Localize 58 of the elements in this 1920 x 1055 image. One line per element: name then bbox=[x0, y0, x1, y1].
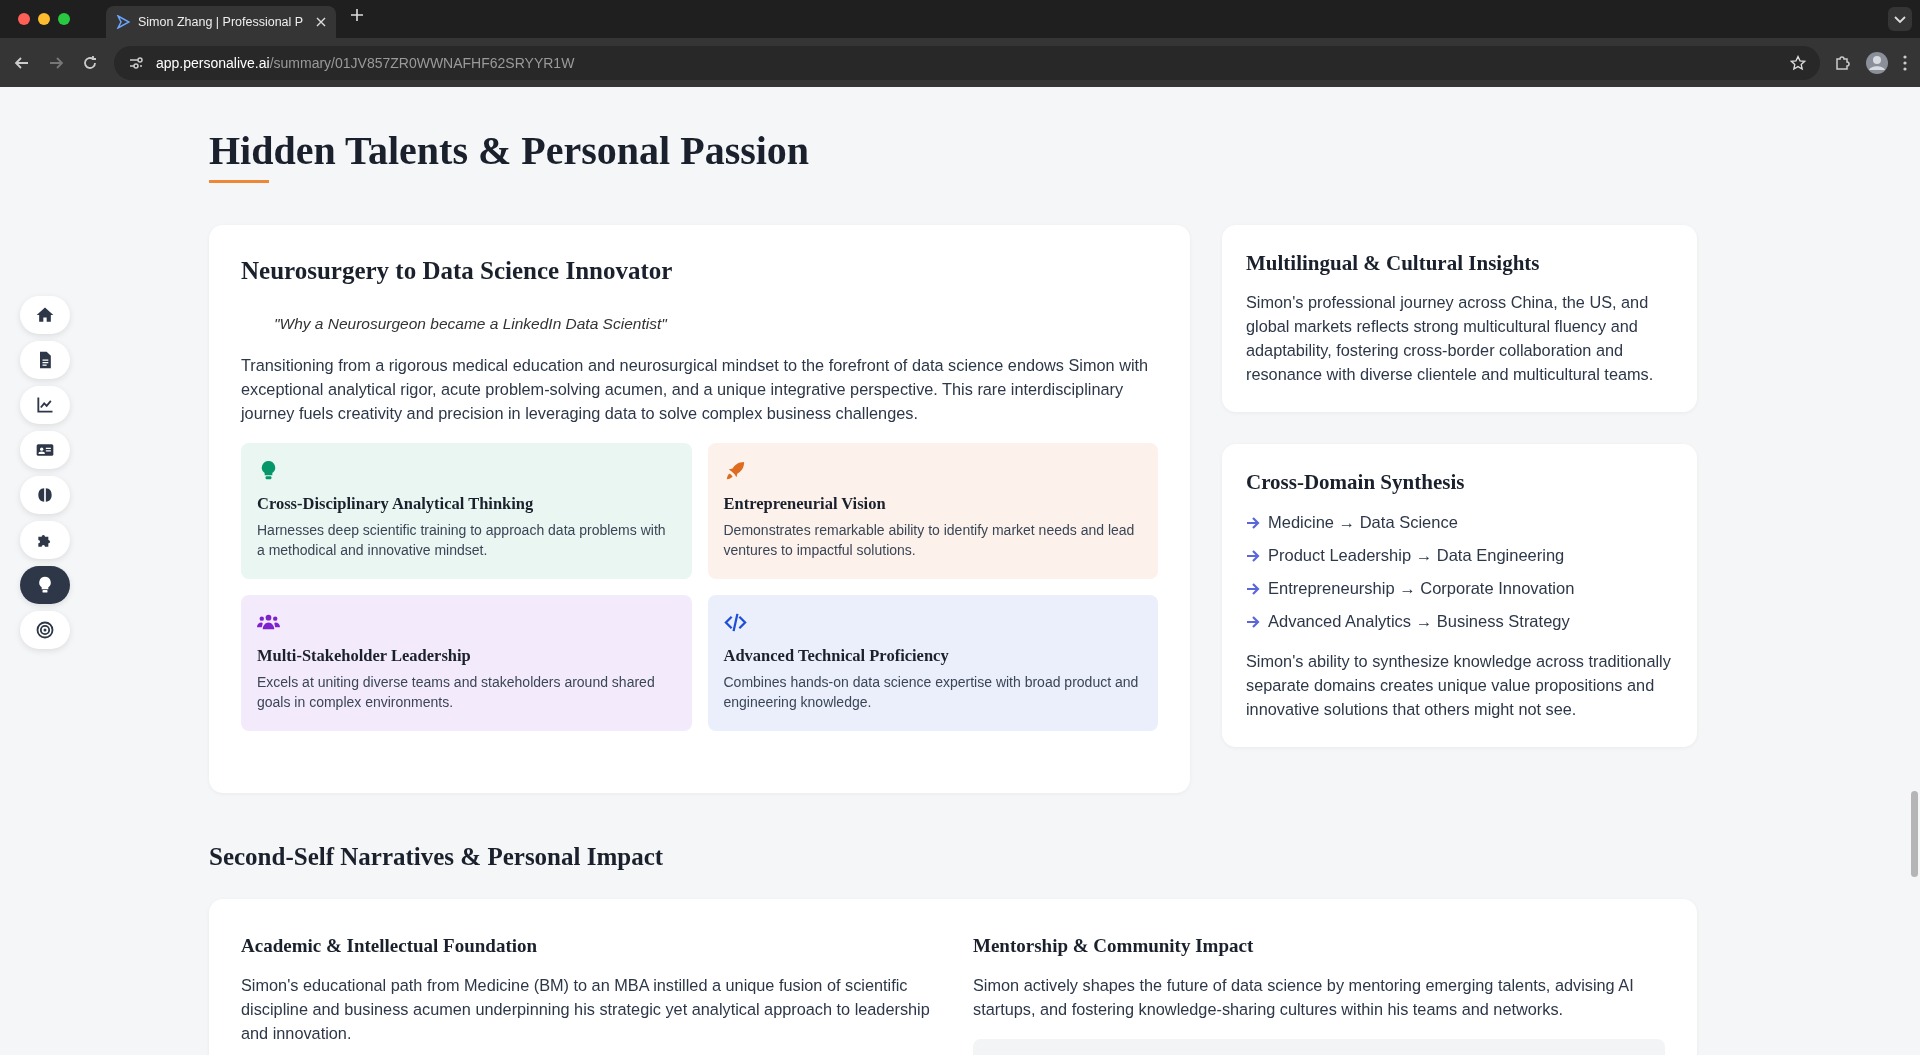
column-paragraph: Simon's educational path from Medicine (BM) to an MBA instilled a unique fusion of scientific discipline and business acumen underpinning his strategic yet analytical approach to leadership and innovation. bbox=[241, 975, 931, 1044]
list-item: Advanced Analytics → Business Strategy bbox=[1268, 612, 1570, 631]
card-title: Cross-Domain Synthesis bbox=[1246, 470, 1466, 495]
home-icon bbox=[35, 305, 55, 325]
arrow-icon bbox=[1246, 581, 1260, 596]
list-item: Medicine → Data Science bbox=[1268, 513, 1458, 532]
brain-icon bbox=[35, 485, 55, 505]
tile-title: Cross-Disciplinary Analytical Thinking bbox=[257, 494, 535, 514]
address-bar[interactable]: app.personalive.ai/summary/01JV857ZR0WWNAFHF62SRYYR1W bbox=[114, 45, 1820, 80]
sidebar-button[interactable] bbox=[20, 521, 70, 559]
tile-description: Demonstrates remarkable ability to identify market needs and lead ventures to impactful solutions. bbox=[723, 521, 1136, 560]
card-paragraph: Simon's ability to synthesize knowledge across traditionally separate domains creates unique value propositions and innovative solutions that others might not see. bbox=[1246, 651, 1672, 720]
target-icon bbox=[35, 620, 55, 640]
sidebar-button[interactable] bbox=[20, 386, 70, 424]
tile-description: Excels at uniting diverse teams and stakeholders around shared goals in complex environments. bbox=[257, 673, 656, 712]
chart-icon bbox=[35, 395, 55, 415]
sidebar-button[interactable] bbox=[20, 341, 70, 379]
tile-title: Advanced Technical Proficiency bbox=[723, 646, 950, 666]
tab-list-icon[interactable] bbox=[1888, 7, 1912, 31]
close-window-button[interactable] bbox=[18, 13, 30, 25]
list-item: Entrepreneurship → Corporate Innovation bbox=[1268, 579, 1575, 598]
browser-tab[interactable]: Simon Zhang | Professional P bbox=[106, 6, 336, 38]
section-title: Hidden Talents & Personal Passion bbox=[209, 127, 810, 174]
tile-description: Harnesses deep scientific training to approach data problems with a methodical and innovative mindset. bbox=[257, 521, 667, 560]
menu-icon[interactable] bbox=[1902, 53, 1908, 72]
sidebar-button[interactable] bbox=[20, 566, 70, 604]
scrollbar-thumb[interactable] bbox=[1911, 791, 1918, 877]
arrow-icon bbox=[1246, 515, 1260, 530]
site-settings-icon[interactable] bbox=[128, 54, 144, 71]
extensions-icon[interactable] bbox=[1834, 53, 1852, 72]
tile-title: Multi-Stakeholder Leadership bbox=[257, 646, 472, 666]
sidebar-button[interactable] bbox=[20, 431, 70, 469]
tile-description: Combines hands-on data science expertise with broad product and engineering knowledge. bbox=[723, 673, 1140, 712]
arrow-icon bbox=[1246, 548, 1260, 563]
close-tab-icon[interactable] bbox=[316, 17, 326, 27]
new-tab-icon[interactable] bbox=[350, 7, 364, 22]
quote-text: "Why a Neurosurgeon became a LinkedIn Data Scientist" bbox=[274, 315, 669, 333]
column-title: Academic & Intellectual Foundation bbox=[241, 935, 539, 957]
bookmark-star-icon[interactable] bbox=[1790, 54, 1806, 71]
minimize-window-button[interactable] bbox=[38, 13, 50, 25]
tab-favicon-icon bbox=[116, 15, 130, 29]
list-item: Product Leadership → Data Engineering bbox=[1268, 546, 1565, 565]
arrow-icon bbox=[1246, 614, 1260, 629]
section-title: Second-Self Narratives & Personal Impact bbox=[209, 843, 665, 871]
card-title: Multilingual & Cultural Insights bbox=[1246, 251, 1541, 276]
sidebar-button[interactable] bbox=[20, 611, 70, 649]
sidebar-button[interactable] bbox=[20, 296, 70, 334]
card-paragraph: Transitioning from a rigorous medical education and neurosurgical mindset to the forefront of data science endows Simon with exceptional analytical rigor, acute problem-solving acumen, and a unique integrative perspective. This rare interdisciplinary journey fuels creativity and precision in leveraging data to solve complex business challenges. bbox=[241, 355, 1150, 424]
column-paragraph: Simon actively shapes the future of data science by mentoring emerging talents, advising AI startups, and fostering knowledge-sharing cultures within his teams and networks. bbox=[973, 975, 1635, 1020]
title-underline bbox=[209, 180, 269, 183]
profile-avatar-icon[interactable] bbox=[1866, 51, 1888, 74]
card-paragraph: Simon's professional journey across China, the US, and global markets reflects strong multicultural fluency and adaptability, fostering cross-border collaboration and resonance with diverse clientele and multicultural teams. bbox=[1246, 292, 1655, 385]
card-title: Neurosurgery to Data Science Innovator bbox=[241, 257, 674, 285]
column-title: Mentorship & Community Impact bbox=[973, 935, 1255, 957]
maximize-window-button[interactable] bbox=[58, 13, 70, 25]
url-text: app.personalive.ai/summary/01JV857ZR0WWNAFHF62SRYYR1W bbox=[156, 54, 575, 71]
tile-title: Entrepreneurial Vision bbox=[723, 494, 887, 514]
sidebar-button[interactable] bbox=[20, 476, 70, 514]
